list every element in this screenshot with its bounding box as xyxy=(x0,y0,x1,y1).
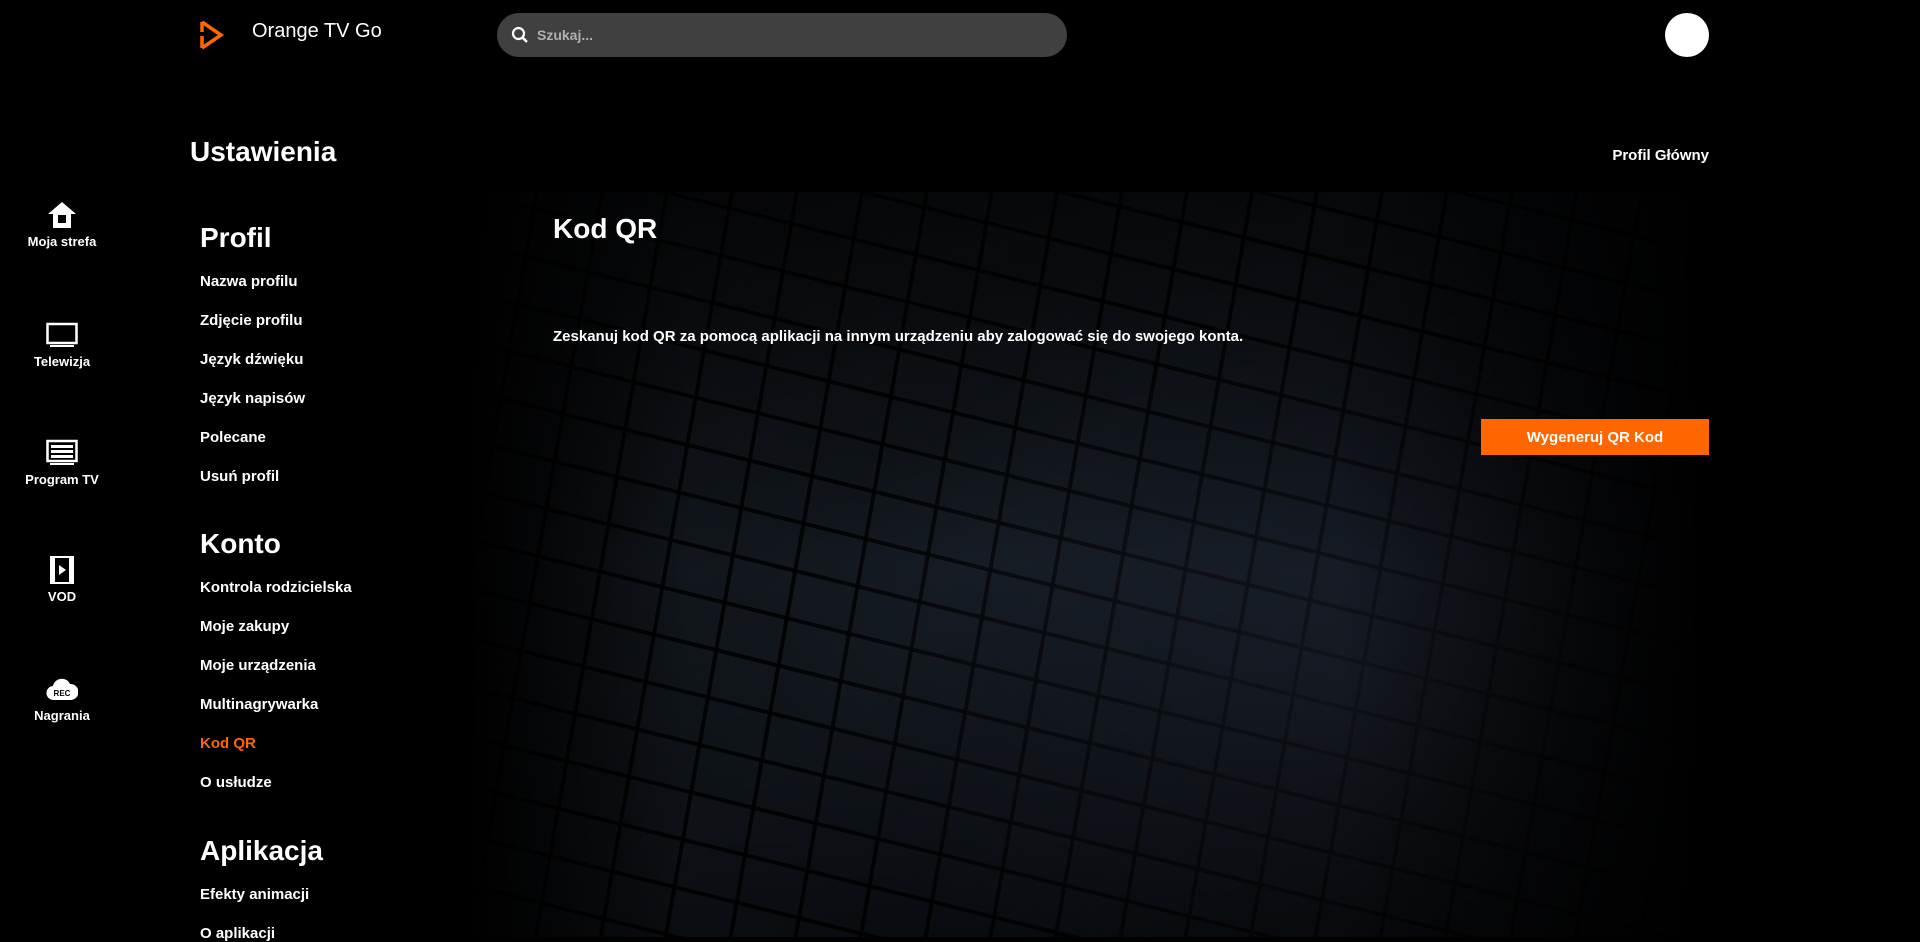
menu-item-efekty-animacji[interactable]: Efekty animacji xyxy=(200,886,309,903)
avatar[interactable] xyxy=(1665,13,1709,57)
home-icon xyxy=(48,202,76,228)
menu-item-o-usludze[interactable]: O usłudze xyxy=(200,774,272,791)
menu-item-zdjecie-profilu[interactable]: Zdjęcie profilu xyxy=(200,312,303,329)
background-image xyxy=(470,192,1920,937)
section-title-konto: Konto xyxy=(200,528,281,559)
menu-item-moje-urzadzenia[interactable]: Moje urządzenia xyxy=(200,657,316,674)
menu-item-kontrola-rodzicielska[interactable]: Kontrola rodzicielska xyxy=(200,579,352,596)
tv-icon xyxy=(46,322,78,347)
film-icon xyxy=(50,556,74,584)
nav-label: Moja strefa xyxy=(27,234,97,249)
rec-badge: REC xyxy=(54,689,71,698)
nav-label: Telewizja xyxy=(33,354,91,369)
menu-item-multinagrywarka[interactable]: Multinagrywarka xyxy=(200,696,318,713)
app-title: Orange TV Go xyxy=(252,20,382,42)
generate-qr-button[interactable]: Wygeneruj QR Kod xyxy=(1481,419,1709,455)
menu-item-polecane[interactable]: Polecane xyxy=(200,429,266,446)
content-description: Zeskanuj kod QR za pomocą aplikacji na i… xyxy=(553,328,1244,345)
search-icon xyxy=(511,26,528,43)
menu-item-moje-zakupy[interactable]: Moje zakupy xyxy=(200,618,289,635)
menu-item-jezyk-napisow[interactable]: Język napisów xyxy=(200,390,305,407)
section-title-aplikacja: Aplikacja xyxy=(200,835,323,866)
nav-label: VOD xyxy=(47,589,77,604)
nav-item-telewizja[interactable]: Telewizja xyxy=(0,320,124,369)
nav-label: Nagrania xyxy=(34,708,90,723)
profile-name[interactable]: Profil Główny xyxy=(1612,147,1709,164)
nav-item-nagrania[interactable]: REC Nagrania xyxy=(0,674,124,723)
menu-item-nazwa-profilu[interactable]: Nazwa profilu xyxy=(200,273,298,290)
menu-item-kod-qr[interactable]: Kod QR xyxy=(200,735,256,752)
tv-guide-icon xyxy=(46,439,78,465)
nav-item-program-tv[interactable]: Program TV xyxy=(0,438,124,487)
nav-item-vod[interactable]: VOD xyxy=(0,555,124,604)
menu-item-o-aplikacji[interactable]: O aplikacji xyxy=(200,925,275,942)
section-title-profil: Profil xyxy=(200,222,272,253)
search-bar[interactable] xyxy=(497,13,1067,57)
page-title: Ustawienia xyxy=(190,136,337,167)
nav-item-moja-strefa[interactable]: Moja strefa xyxy=(0,200,124,249)
search-input[interactable] xyxy=(537,27,1037,43)
rec-cloud-icon: REC xyxy=(46,678,78,701)
menu-item-usun-profil[interactable]: Usuń profil xyxy=(200,468,279,485)
orange-tv-logo xyxy=(200,20,225,50)
nav-label: Program TV xyxy=(25,472,99,487)
menu-item-jezyk-dzwieku[interactable]: Język dźwięku xyxy=(200,351,303,368)
content-title: Kod QR xyxy=(553,213,658,244)
